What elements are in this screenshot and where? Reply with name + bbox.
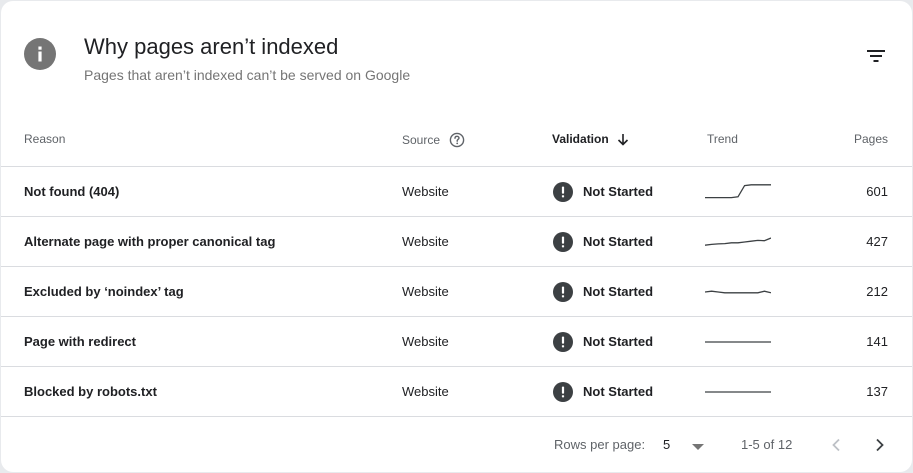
page-title: Why pages aren’t indexed [84, 34, 339, 59]
row-source: Website [402, 384, 449, 399]
row-trend-sparkline [705, 217, 771, 266]
row-trend-sparkline [705, 267, 771, 316]
card-header: Why pages aren’t indexed Pages that aren… [1, 1, 912, 111]
table-row[interactable]: Blocked by robots.txt Website Not Started 1… [1, 367, 912, 417]
row-pages-count: 427 [866, 234, 888, 249]
rows-per-page-label: Rows per page: [554, 437, 646, 452]
exclamation-icon [553, 381, 573, 402]
next-page-button[interactable] [870, 435, 890, 455]
row-trend-sparkline [705, 367, 771, 416]
row-source: Website [402, 184, 449, 199]
exclamation-icon [553, 231, 573, 252]
row-reason: Excluded by ‘noindex’ tag [24, 284, 184, 299]
row-trend-sparkline [705, 317, 771, 366]
filter-icon [867, 50, 885, 62]
rows-per-page-select[interactable]: 5 [663, 437, 704, 453]
exclamation-icon [553, 331, 573, 352]
arrow-down-icon [617, 133, 629, 146]
row-pages-count: 212 [866, 284, 888, 299]
previous-page-button[interactable] [826, 435, 846, 455]
row-source: Website [402, 284, 449, 299]
row-validation-status: Not Started [553, 317, 653, 366]
row-reason: Page with redirect [24, 334, 136, 349]
caret-down-icon [691, 438, 704, 453]
row-reason: Not found (404) [24, 184, 120, 199]
row-validation-status: Not Started [553, 167, 653, 216]
validation-status-label: Not Started [583, 284, 654, 299]
rows-per-page-value: 5 [663, 437, 671, 452]
index-report-card: Why pages aren’t indexed Pages that aren… [1, 1, 912, 472]
column-header-pages[interactable]: Pages [854, 132, 888, 146]
row-validation-status: Not Started [553, 267, 653, 316]
table-row[interactable]: Alternate page with proper canonical tag… [1, 217, 912, 267]
table-header: Reason Source Validation Trend Pages [1, 119, 912, 167]
help-icon[interactable] [449, 132, 465, 148]
table-row[interactable]: Page with redirect Website Not Started 141 [1, 317, 912, 367]
info-icon [24, 38, 56, 70]
table-row[interactable]: Not found (404) Website Not Started 601 [1, 167, 912, 217]
row-validation-status: Not Started [553, 367, 653, 416]
row-validation-status: Not Started [553, 217, 653, 266]
row-pages-count: 141 [866, 334, 888, 349]
row-pages-count: 137 [866, 384, 888, 399]
validation-status-label: Not Started [583, 384, 654, 399]
chevron-right-icon [876, 438, 884, 452]
pagination-range: 1-5 of 12 [741, 437, 793, 452]
row-reason: Blocked by robots.txt [24, 384, 157, 399]
exclamation-icon [553, 281, 573, 302]
exclamation-icon [553, 181, 573, 202]
row-source: Website [402, 334, 449, 349]
filter-button[interactable] [863, 45, 889, 67]
column-header-source[interactable]: Source [402, 132, 465, 148]
table-row[interactable]: Excluded by ‘noindex’ tag Website Not Star… [1, 267, 912, 317]
validation-status-label: Not Started [583, 234, 654, 249]
chevron-left-icon [832, 438, 840, 452]
table-footer: Rows per page: 5 1-5 of 12 [1, 417, 912, 472]
column-header-validation[interactable]: Validation [552, 132, 629, 146]
column-header-reason[interactable]: Reason [24, 132, 65, 146]
column-header-trend: Trend [707, 132, 738, 146]
validation-status-label: Not Started [583, 184, 654, 199]
row-source: Website [402, 234, 449, 249]
page-subtitle: Pages that aren’t indexed can’t be serve… [84, 67, 411, 83]
row-trend-sparkline [705, 167, 771, 216]
validation-status-label: Not Started [583, 334, 654, 349]
row-reason: Alternate page with proper canonical tag [24, 234, 276, 249]
row-pages-count: 601 [866, 184, 888, 199]
